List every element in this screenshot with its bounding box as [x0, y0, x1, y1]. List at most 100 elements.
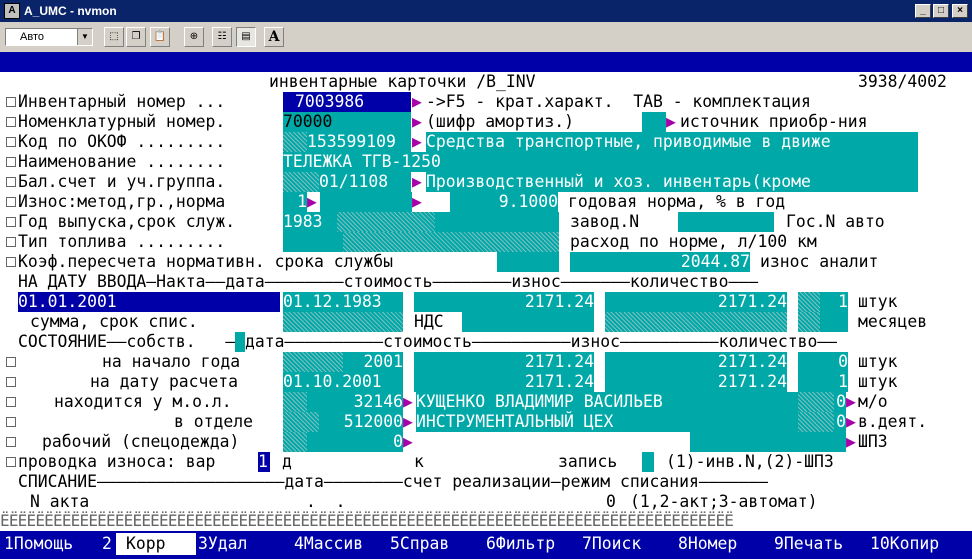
minimize-button[interactable]: _ — [915, 4, 931, 18]
work-code-field[interactable]: 0 — [307, 432, 403, 452]
start-date-field[interactable]: 2001 — [343, 352, 403, 372]
chevron-down-icon[interactable]: ▼ — [77, 29, 92, 45]
fkey-reference[interactable]: 5Справ — [390, 533, 449, 555]
iznos-rate-label: годовая норма, % в год — [568, 192, 786, 211]
posting-label: проводка износа: вар — [18, 452, 216, 471]
inv-number-field[interactable]: 7003986 — [283, 92, 411, 112]
arrow-icon: ▶ — [846, 412, 856, 431]
calc-qty-field[interactable]: 1 — [798, 372, 848, 392]
vvod-qty-field[interactable]: 1 — [820, 292, 848, 312]
writeoff-header: СПИСАНИЕ———————————————————дата————————с… — [18, 472, 768, 491]
bal-description: Производственный и хоз. инвентарь(кроме — [426, 172, 918, 192]
fkey-delete[interactable]: 3Удал — [198, 533, 247, 555]
vvod-cost-field[interactable]: 2171.24 — [414, 292, 594, 312]
service-life-field[interactable] — [435, 212, 559, 232]
source-field[interactable] — [642, 112, 666, 132]
close-button[interactable]: × — [952, 4, 968, 18]
okof-code-field[interactable]: 153599109 — [307, 132, 411, 152]
record-counter: 3938/4002 — [858, 72, 947, 91]
dept-code-field[interactable]: 512000 — [319, 412, 403, 432]
vvod-header-row: НА ДАТУ ВВОДА—Накта——дата————————стоимос… — [0, 272, 972, 292]
properties-icon[interactable]: ☷ — [212, 27, 232, 47]
arrow-icon: ▶ — [666, 112, 676, 131]
fkey-edit[interactable]: Корр — [116, 533, 196, 555]
fkey-filter[interactable]: 6Фильтр — [486, 533, 555, 555]
toolbar: Авто ▼ ⬚ ❐ 📋 ⊕ ☷ ▤ A — [0, 22, 972, 53]
title-bar[interactable]: A A_UMC - nvmon _ □ × — [0, 0, 972, 22]
year-field[interactable]: 1983 — [283, 212, 337, 232]
app-icon[interactable]: A — [4, 3, 20, 19]
screen-title: инвентарные карточки /B_INV — [269, 72, 536, 91]
start-wear-field[interactable]: 2171.24 — [605, 352, 787, 372]
start-cost-field[interactable]: 2171.24 — [414, 352, 594, 372]
name-label: Наименование ........ — [18, 152, 226, 171]
mol-qty-field[interactable]: 0 — [834, 392, 846, 412]
writeoff-mode-field[interactable]: 0 — [606, 492, 616, 512]
fkey-copy[interactable]: 10Копир — [870, 533, 939, 555]
fkey-num: 5 — [390, 534, 400, 553]
ownership-field[interactable] — [235, 332, 245, 352]
calc-date-field[interactable]: 01.10.2001 — [283, 372, 403, 392]
fkey-label: Фильтр — [495, 534, 556, 553]
fuel-type-field[interactable] — [283, 232, 343, 252]
fkey-number[interactable]: 8Номер — [678, 533, 737, 555]
bal-account-field[interactable]: 01/1108 — [319, 172, 411, 192]
dept-qty-field[interactable]: 0 — [834, 412, 846, 432]
calc-cost-field[interactable]: 2171.24 — [414, 372, 594, 392]
work-qty-field[interactable] — [690, 432, 846, 452]
row-year-start: на начало года 2001 2171.24 2171.24 0 шт… — [0, 352, 972, 372]
nds-field[interactable] — [462, 312, 594, 332]
vvod-akt-date-field[interactable]: 01.12.1983 — [283, 292, 403, 312]
fkey-help[interactable]: 1Помощь — [4, 533, 73, 555]
select-icon[interactable]: ⬚ — [104, 27, 124, 47]
koef-field[interactable] — [497, 252, 559, 272]
row-marker — [6, 237, 16, 247]
vvod-date-field[interactable]: 01.01.2001 — [18, 292, 280, 312]
fkey-search[interactable]: 7Поиск — [582, 533, 641, 555]
font-size-select[interactable]: Авто ▼ — [5, 28, 93, 46]
row-marker — [6, 157, 16, 167]
start-qty-field[interactable]: 0 — [798, 352, 848, 372]
okof-hatch — [283, 132, 307, 152]
copy-icon[interactable]: ❐ — [126, 27, 146, 47]
terminal-screen[interactable]: инвентарные карточки /B_INV 3938/4002 Ин… — [0, 52, 972, 559]
nom-label: Номенклатурный номер. — [18, 112, 226, 131]
fkey-array[interactable]: 4Массив — [294, 533, 363, 555]
vvod-header: НА ДАТУ ВВОДА—Накта——дата————————стоимос… — [18, 272, 759, 291]
fkey-num: 8 — [678, 534, 688, 553]
row-marker — [6, 117, 16, 127]
arrow-icon: ▶ — [403, 392, 413, 411]
row-marker — [6, 177, 16, 187]
calc-wear-field[interactable]: 2171.24 — [605, 372, 787, 392]
start-hatch — [283, 352, 343, 372]
writeoff-mode-hint: (1,2-акт;3-автомат) — [630, 492, 818, 511]
row-depreciation: Износ:метод,гр.,норма 1 ▶ ▶ 9.1000 годов… — [0, 192, 972, 212]
iznos-group-field[interactable] — [320, 192, 412, 212]
name-field[interactable]: ТЕЛЕЖКА ТГВ-1250 — [283, 152, 918, 172]
font-button[interactable]: A — [264, 27, 284, 47]
fkey-edit-num[interactable]: 2 — [102, 533, 112, 555]
fkey-num: 1 — [4, 534, 14, 553]
fkey-label: Удал — [207, 534, 248, 553]
zavod-number-field[interactable] — [678, 212, 774, 232]
iznos-rate-field[interactable]: 9.1000 — [450, 192, 558, 212]
row-name: Наименование ........ ТЕЛЕЖКА ТГВ-1250 — [0, 152, 972, 172]
fkey-print[interactable]: 9Печать — [774, 533, 843, 555]
work-hatch — [283, 432, 307, 452]
background-icon[interactable]: ▤ — [236, 27, 256, 47]
maximize-button[interactable]: □ — [933, 4, 949, 18]
fkey-label: Помощь — [13, 534, 74, 553]
mol-unit: м/о — [858, 392, 888, 411]
mol-code-field[interactable]: 32146 — [307, 392, 403, 412]
row-balance-account: Бал.счет и уч.группа. 01/1108 ▶ Производ… — [0, 172, 972, 192]
vvod-wear-field[interactable]: 2171.24 — [605, 292, 787, 312]
paste-icon[interactable]: 📋 — [150, 27, 170, 47]
posting-record-field[interactable] — [642, 452, 654, 472]
posting-var-field[interactable]: 1 — [258, 452, 270, 472]
nom-number-field[interactable]: 70000 — [283, 112, 411, 132]
row-okof: Код по ОКОФ ......... 153599109 ▶ Средст… — [0, 132, 972, 152]
iznos-method-field[interactable]: 1 — [283, 192, 307, 212]
months-field[interactable] — [820, 312, 848, 332]
fullscreen-icon[interactable]: ⊕ — [184, 27, 204, 47]
iznos-analit-field[interactable]: 2044.87 — [570, 252, 750, 272]
